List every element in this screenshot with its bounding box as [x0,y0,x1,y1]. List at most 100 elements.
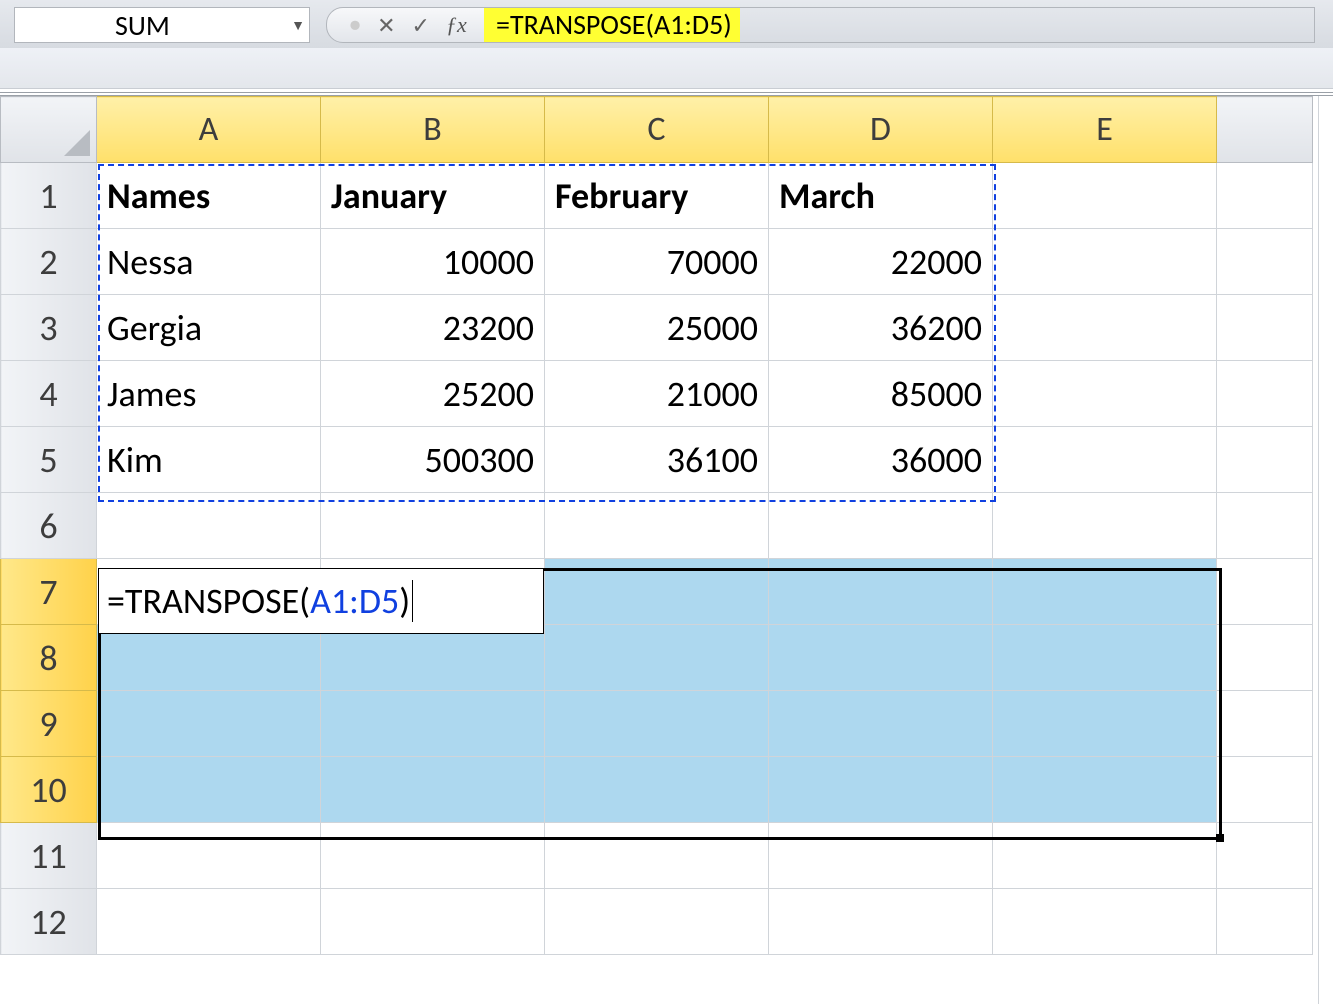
cell-F2[interactable] [1217,229,1313,295]
cell-B3[interactable]: 23200 [321,295,545,361]
cell-E5[interactable] [993,427,1217,493]
cell-B9[interactable] [321,691,545,757]
cell-A8[interactable] [97,625,321,691]
cell-F6[interactable] [1217,493,1313,559]
row-header-2[interactable]: 2 [1,229,97,295]
cell-D11[interactable] [769,823,993,889]
row-header-12[interactable]: 12 [1,889,97,955]
cell-F9[interactable] [1217,691,1313,757]
cell-C2[interactable]: 70000 [545,229,769,295]
cell-A2[interactable]: Nessa [97,229,321,295]
insert-function-button[interactable]: ƒx [438,12,475,38]
cell-D4[interactable]: 85000 [769,361,993,427]
cell-C3[interactable]: 25000 [545,295,769,361]
row-header-4[interactable]: 4 [1,361,97,427]
cell-C4[interactable]: 21000 [545,361,769,427]
cell-E1[interactable] [993,163,1217,229]
cell-D9[interactable] [769,691,993,757]
cell-E4[interactable] [993,361,1217,427]
select-all-corner[interactable] [1,97,97,163]
cell-B12[interactable] [321,889,545,955]
cell-C5[interactable]: 36100 [545,427,769,493]
cell-C10[interactable] [545,757,769,823]
cell-B5[interactable]: 500300 [321,427,545,493]
cell-C12[interactable] [545,889,769,955]
cell-B11[interactable] [321,823,545,889]
cell-A5[interactable]: Kim [97,427,321,493]
cell-A12[interactable] [97,889,321,955]
cell-D6[interactable] [769,493,993,559]
worksheet[interactable]: A B C D E 1 Names January February March… [0,92,1333,1004]
row-header-10[interactable]: 10 [1,757,97,823]
cell-A7[interactable] [97,559,321,625]
cell-A11[interactable] [97,823,321,889]
cell-A10[interactable] [97,757,321,823]
cell-E8[interactable] [993,625,1217,691]
cell-B7[interactable] [321,559,545,625]
name-box-dropdown-icon[interactable]: ▼ [287,8,309,42]
column-header-A[interactable]: A [97,97,321,163]
cell-F10[interactable] [1217,757,1313,823]
cell-F8[interactable] [1217,625,1313,691]
cell-D1[interactable]: March [769,163,993,229]
row-header-1[interactable]: 1 [1,163,97,229]
row-header-3[interactable]: 3 [1,295,97,361]
row-header-9[interactable]: 9 [1,691,97,757]
cell-E12[interactable] [993,889,1217,955]
cell-F3[interactable] [1217,295,1313,361]
cancel-button[interactable]: ✕ [369,12,403,39]
cell-E10[interactable] [993,757,1217,823]
column-header-E[interactable]: E [993,97,1217,163]
cell-A9[interactable] [97,691,321,757]
cell-F4[interactable] [1217,361,1313,427]
cell-E11[interactable] [993,823,1217,889]
cell-D5[interactable]: 36000 [769,427,993,493]
expand-formula-icon[interactable]: ● [341,13,369,37]
cell-D7[interactable] [769,559,993,625]
row-header-6[interactable]: 6 [1,493,97,559]
name-box[interactable]: SUM ▼ [14,7,310,43]
cell-D10[interactable] [769,757,993,823]
cell-D3[interactable]: 36200 [769,295,993,361]
cell-F7[interactable] [1217,559,1313,625]
column-header-overflow[interactable] [1217,97,1313,163]
cell-D8[interactable] [769,625,993,691]
cell-A1[interactable]: Names [97,163,321,229]
column-header-D[interactable]: D [769,97,993,163]
cell-A6[interactable] [97,493,321,559]
cell-C11[interactable] [545,823,769,889]
cell-D12[interactable] [769,889,993,955]
row-header-5[interactable]: 5 [1,427,97,493]
cell-E6[interactable] [993,493,1217,559]
cell-E2[interactable] [993,229,1217,295]
cell-F1[interactable] [1217,163,1313,229]
cell-C7[interactable] [545,559,769,625]
enter-button[interactable]: ✓ [404,12,438,39]
cell-F11[interactable] [1217,823,1313,889]
cell-C9[interactable] [545,691,769,757]
cell-B1[interactable]: January [321,163,545,229]
cell-C1[interactable]: February [545,163,769,229]
cell-B4[interactable]: 25200 [321,361,545,427]
cell-C8[interactable] [545,625,769,691]
row-header-11[interactable]: 11 [1,823,97,889]
cell-E7[interactable] [993,559,1217,625]
cell-B2[interactable]: 10000 [321,229,545,295]
cell-C6[interactable] [545,493,769,559]
cell-grid[interactable]: A B C D E 1 Names January February March… [0,96,1313,955]
formula-bar-input[interactable]: =TRANSPOSE(A1:D5) [484,7,1315,43]
cell-E3[interactable] [993,295,1217,361]
column-header-C[interactable]: C [545,97,769,163]
row-header-7[interactable]: 7 [1,559,97,625]
cell-F12[interactable] [1217,889,1313,955]
cell-A4[interactable]: James [97,361,321,427]
cell-F5[interactable] [1217,427,1313,493]
cell-B8[interactable] [321,625,545,691]
cell-D2[interactable]: 22000 [769,229,993,295]
cell-B6[interactable] [321,493,545,559]
cell-E9[interactable] [993,691,1217,757]
column-header-B[interactable]: B [321,97,545,163]
cell-A3[interactable]: Gergia [97,295,321,361]
row-header-8[interactable]: 8 [1,625,97,691]
cell-B10[interactable] [321,757,545,823]
